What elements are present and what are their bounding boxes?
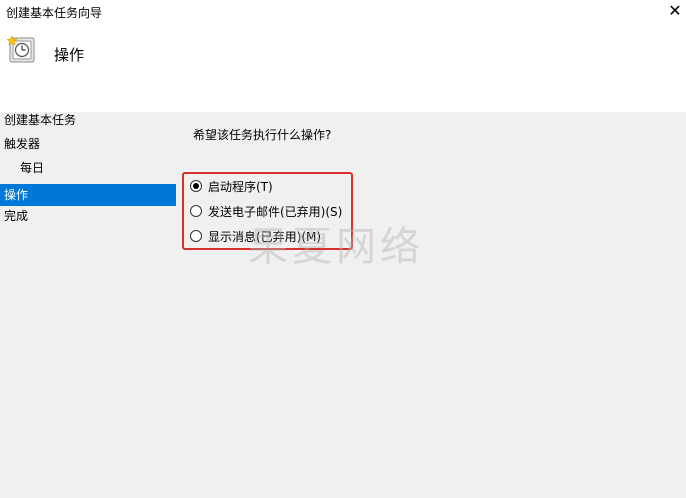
close-icon[interactable]: ✕ [668, 1, 681, 20]
step-action[interactable]: 操作 [0, 184, 176, 206]
step-trigger[interactable]: 触发器 [4, 133, 40, 155]
window-title: 创建基本任务向导 [6, 6, 103, 20]
header-panel: 创建基本任务向导 ✕ 操作 [0, 0, 686, 112]
wizard-steps-sidebar: 创建基本任务 触发器 每日 操作 完成 [0, 112, 176, 498]
page-heading: 操作 [54, 46, 85, 64]
step-finish[interactable]: 完成 [4, 205, 28, 227]
clock-task-icon [6, 35, 35, 63]
radio-start-program[interactable]: 启动程序(T) [190, 176, 273, 196]
radio-button-checked[interactable] [190, 180, 202, 192]
step-daily[interactable]: 每日 [20, 157, 44, 179]
action-question: 希望该任务执行什么操作? [193, 128, 332, 142]
radio-button[interactable] [190, 205, 202, 217]
close-button[interactable]: ✕ [664, 0, 686, 22]
radio-label-start-program: 启动程序(T) [208, 179, 273, 194]
watermark-text: 果夏网络 [248, 224, 424, 270]
step-create-basic-task[interactable]: 创建基本任务 [4, 109, 76, 131]
radio-button[interactable] [190, 230, 202, 242]
